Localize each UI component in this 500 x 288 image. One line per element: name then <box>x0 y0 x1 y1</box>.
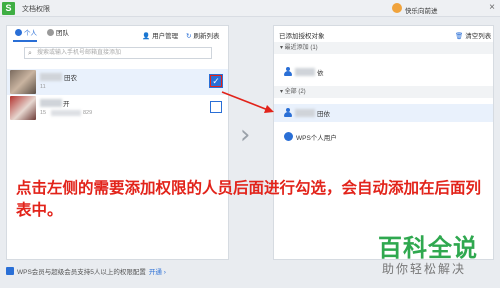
tab-team[interactable]: 团队 <box>47 28 69 40</box>
tab-bar: 个人 团队 👤 用户管理 ↻ 刷新列表 <box>7 26 228 42</box>
section-all[interactable]: ▾ 全部 (2) <box>274 86 493 98</box>
contact-row[interactable]: 开 15 829 <box>7 95 228 121</box>
active-tab-indicator <box>13 40 37 42</box>
window-title: 文档权限 <box>22 6 50 13</box>
blurred-name <box>295 68 315 76</box>
added-item[interactable]: 田依 <box>274 104 493 122</box>
check-icon: ✓ <box>212 76 220 86</box>
team-icon <box>47 29 54 36</box>
person-icon <box>284 108 292 117</box>
vip-icon <box>6 267 14 275</box>
contact-checkbox[interactable] <box>210 101 222 113</box>
contact-name: 开 <box>63 101 70 108</box>
blurred-detail <box>51 110 81 116</box>
clear-list-button[interactable]: 🗑 清空列表 <box>455 30 491 40</box>
added-name: 田依 <box>317 111 330 118</box>
chevron-right-icon: › <box>240 120 251 150</box>
title-bar: S 文档权限 快乐向前进 × <box>0 0 500 17</box>
added-item[interactable]: 依 <box>274 63 493 81</box>
wps-icon <box>284 132 293 141</box>
person-icon <box>15 29 22 36</box>
search-placeholder: 搜索或输入手机号邮箱直接添加 <box>37 50 122 56</box>
refresh-button[interactable]: ↻ 刷新列表 <box>186 30 219 40</box>
contact-row[interactable]: 田农 11 ✓ <box>7 69 228 95</box>
app-logo-icon: S <box>2 2 15 15</box>
blurred-name <box>295 109 315 117</box>
watermark: 百科全说 助你轻松解决 <box>370 228 492 284</box>
watermark-title: 百科全说 <box>378 235 478 262</box>
contact-detail-suffix: 829 <box>83 110 93 116</box>
added-item[interactable]: WPS个人用户 <box>274 128 493 146</box>
avatar <box>392 3 402 13</box>
trash-icon: 🗑 <box>455 33 464 40</box>
user-manage-button[interactable]: 👤 用户管理 <box>142 30 178 40</box>
added-name: 依 <box>317 70 324 77</box>
refresh-label: 刷新列表 <box>193 33 220 40</box>
blurred-name <box>40 73 62 81</box>
clear-list-label: 清空列表 <box>465 33 492 40</box>
contact-name: 田农 <box>64 75 77 82</box>
person-icon <box>284 67 292 76</box>
contact-detail: 11 <box>40 84 46 90</box>
search-icon: ⌕ <box>28 50 32 57</box>
user-manage-label: 用户管理 <box>152 33 179 40</box>
tab-personal-label: 个人 <box>24 30 37 37</box>
section-recent[interactable]: ▾ 最近添加 (1) <box>274 42 493 54</box>
avatar <box>10 96 36 120</box>
contact-checkbox[interactable]: ✓ <box>209 74 223 88</box>
wps-user-label: WPS个人用户 <box>296 135 337 142</box>
user-manage-icon: 👤 <box>142 33 151 40</box>
close-button[interactable]: × <box>486 1 498 15</box>
footer-promo: WPS会员与超级会员支持5人以上的权限配置 开通 › <box>6 266 166 276</box>
user-menu[interactable]: 快乐向前进 <box>392 3 452 15</box>
added-panel-title: 已添加授权对象 <box>279 33 325 40</box>
instruction-text: 点击左侧的需要添加权限的人员后面进行勾选，会自动添加在后面列表中。 <box>16 180 482 219</box>
user-name: 快乐向前进 <box>405 8 438 15</box>
watermark-subtitle: 助你轻松解决 <box>382 262 467 276</box>
contact-detail: 15 <box>40 110 47 116</box>
contacts-panel: 个人 团队 👤 用户管理 ↻ 刷新列表 ⌕ 搜索或输入手机号邮箱直接添加 田农 11… <box>6 25 229 260</box>
search-input[interactable]: ⌕ 搜索或输入手机号邮箱直接添加 <box>24 47 212 59</box>
added-panel: 已添加授权对象 🗑 清空列表 ▾ 最近添加 (1) 依 ▾ 全部 (2) 田依 W… <box>273 25 494 260</box>
open-link[interactable]: 开通 › <box>149 269 166 276</box>
blurred-name <box>40 99 62 107</box>
tab-team-label: 团队 <box>56 30 69 37</box>
avatar <box>10 70 36 94</box>
refresh-icon: ↻ <box>186 33 192 40</box>
tab-personal[interactable]: 个人 <box>15 28 37 40</box>
footer-text: WPS会员与超级会员支持5人以上的权限配置 <box>17 269 146 276</box>
